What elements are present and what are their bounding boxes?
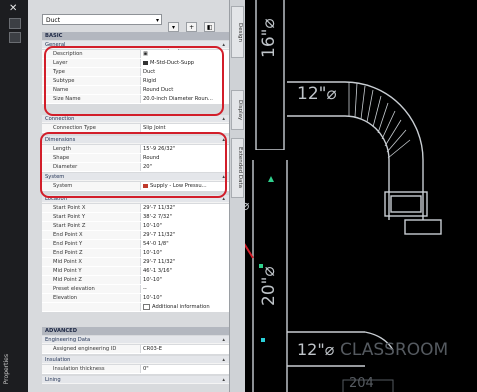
category-engineering-label: Engineering Data (45, 337, 91, 343)
prop-name: Connection Type (53, 125, 96, 131)
prop-value[interactable]: 38'-2 7/32" (140, 213, 229, 221)
palette-tab-strip: Design Display Extended Data (229, 0, 245, 392)
prop-row-insulation-thickness[interactable]: Insulation thickness 0" (42, 365, 229, 374)
prop-name: Assigned engineering ID (53, 346, 117, 352)
additional-info-icon (143, 303, 150, 310)
highlight-general (44, 46, 224, 116)
prop-value[interactable]: 0" (140, 365, 229, 373)
prop-row-additional-info[interactable]: Additional information (42, 303, 229, 312)
section-basic-label: BASIC (45, 33, 63, 39)
prop-value[interactable]: 10'-10" (140, 222, 229, 230)
prop-value[interactable]: 46'-1 3/16" (140, 267, 229, 275)
add-selection-icon[interactable]: + (186, 22, 198, 32)
room-name-label: CLASSROOM (340, 340, 449, 360)
prop-name: Start Point X (53, 205, 86, 211)
prop-value[interactable]: 10'-10" (140, 276, 229, 284)
prop-value[interactable]: 54'-0 1/8" (140, 240, 229, 248)
room-number-label: 204 (349, 376, 374, 391)
prop-name: End Point Y (53, 241, 83, 247)
section-basic[interactable]: BASIC (42, 32, 229, 40)
tab-extended-data[interactable]: Extended Data (231, 138, 244, 198)
prop-value[interactable]: 10'-10" (140, 249, 229, 257)
object-type-value: Duct (46, 17, 61, 24)
grip-triangle-icon[interactable] (268, 176, 274, 182)
prop-row-start-y[interactable]: Start Point Y 38'-2 7/32" (42, 213, 229, 222)
category-insulation-label: Insulation (45, 357, 71, 363)
tab-design[interactable]: Design (231, 6, 244, 58)
dim-label-left: ⌀ (245, 198, 250, 214)
prop-name (42, 303, 138, 311)
prop-value[interactable]: Additional information (140, 303, 229, 311)
prop-row-mid-x[interactable]: Mid Point X 29'-7 11/32" (42, 258, 229, 267)
prop-row-preset-elevation[interactable]: Preset elevation -- (42, 285, 229, 294)
prop-row-mid-y[interactable]: Mid Point Y 46'-1 3/16" (42, 267, 229, 276)
prop-value[interactable]: CR03-E (140, 345, 229, 353)
chevron-down-icon: ▾ (155, 17, 159, 24)
highlight-dimensions-system (40, 132, 227, 198)
section-advanced-label: ADVANCED (45, 328, 77, 334)
prop-name: End Point Z (53, 250, 83, 256)
prop-value[interactable]: 29'-7 11/32" (140, 258, 229, 266)
dim-label-20: 20"⌀ (259, 266, 279, 306)
auto-hide-icon[interactable] (9, 18, 21, 29)
palette-title-bar[interactable]: ✕ Properties (0, 0, 28, 392)
prop-row-mid-z[interactable]: Mid Point Z 10'-10" (42, 276, 229, 285)
prop-row-end-x[interactable]: End Point X 29'-7 11/32" (42, 231, 229, 240)
tab-display[interactable]: Display (231, 90, 244, 130)
toggle-pickadd-icon[interactable]: ◧ (204, 22, 216, 32)
additional-info-text: Additional information (152, 304, 210, 310)
prop-name: Preset elevation (53, 286, 95, 292)
close-icon[interactable]: ✕ (9, 3, 17, 14)
category-connection[interactable]: Connection ▴ (42, 115, 229, 123)
category-insulation[interactable]: Insulation ▴ (42, 356, 229, 364)
prop-value[interactable]: 10'-10" (140, 294, 229, 302)
prop-name: Elevation (53, 295, 78, 301)
duct-drawing (245, 0, 442, 392)
dim-label-12-top: 12"⌀ (297, 84, 337, 104)
grip-cyan-icon[interactable] (261, 338, 265, 342)
prop-name: Start Point Z (53, 223, 86, 229)
dropdown-icon[interactable]: ▾ (168, 22, 179, 32)
prop-row-start-z[interactable]: Start Point Z 10'-10" (42, 222, 229, 231)
category-lining-label: Lining (45, 377, 61, 383)
object-type-select[interactable]: Duct ▾ (42, 14, 162, 25)
category-connection-label: Connection (45, 116, 75, 122)
prop-value[interactable]: Slip Joint (140, 124, 229, 132)
collapse-icon[interactable]: ▴ (222, 376, 225, 383)
callout-arrow-line (245, 243, 254, 259)
dim-label-16: 16"⌀ (259, 18, 279, 58)
prop-row-end-z[interactable]: End Point Z 10'-10" (42, 249, 229, 258)
prop-row-start-x[interactable]: Start Point X 29'-7 11/32" (42, 204, 229, 213)
palette-options-icon[interactable] (9, 32, 21, 43)
collapse-icon[interactable]: ▴ (222, 336, 225, 343)
palette-toolbar: ▾ + ◧ ▦ (168, 14, 220, 51)
prop-value[interactable]: -- (140, 285, 229, 293)
dim-label-12-bottom: 12"⌀ (297, 340, 335, 359)
prop-row-engineering-id[interactable]: Assigned engineering ID CR03-E (42, 345, 229, 354)
collapse-icon[interactable]: ▴ (222, 115, 225, 122)
section-advanced[interactable]: ADVANCED (42, 327, 229, 335)
prop-row-elevation[interactable]: Elevation 10'-10" (42, 294, 229, 303)
palette-title: Properties (3, 353, 10, 384)
prop-name: Mid Point X (53, 259, 82, 265)
prop-name: Mid Point Y (53, 268, 82, 274)
properties-palette: ✕ Properties Duct ▾ ▾ + ◧ ▦ BASIC Genera… (0, 0, 245, 392)
category-lining[interactable]: Lining ▴ (42, 376, 229, 384)
prop-name: Mid Point Z (53, 277, 82, 283)
prop-name: Start Point Y (53, 214, 86, 220)
collapse-icon[interactable]: ▴ (222, 41, 225, 48)
prop-name: Insulation thickness (53, 366, 105, 372)
prop-value[interactable]: 29'-7 11/32" (140, 231, 229, 239)
prop-row-end-y[interactable]: End Point Y 54'-0 1/8" (42, 240, 229, 249)
prop-name: End Point X (53, 232, 83, 238)
drawing-area[interactable]: 16"⌀ 12"⌀ ⌀ 20"⌀ 12"⌀ CLASSROOM 204 (245, 0, 477, 392)
prop-value[interactable]: 29'-7 11/32" (140, 204, 229, 212)
category-engineering[interactable]: Engineering Data ▴ (42, 336, 229, 344)
collapse-icon[interactable]: ▴ (222, 356, 225, 363)
